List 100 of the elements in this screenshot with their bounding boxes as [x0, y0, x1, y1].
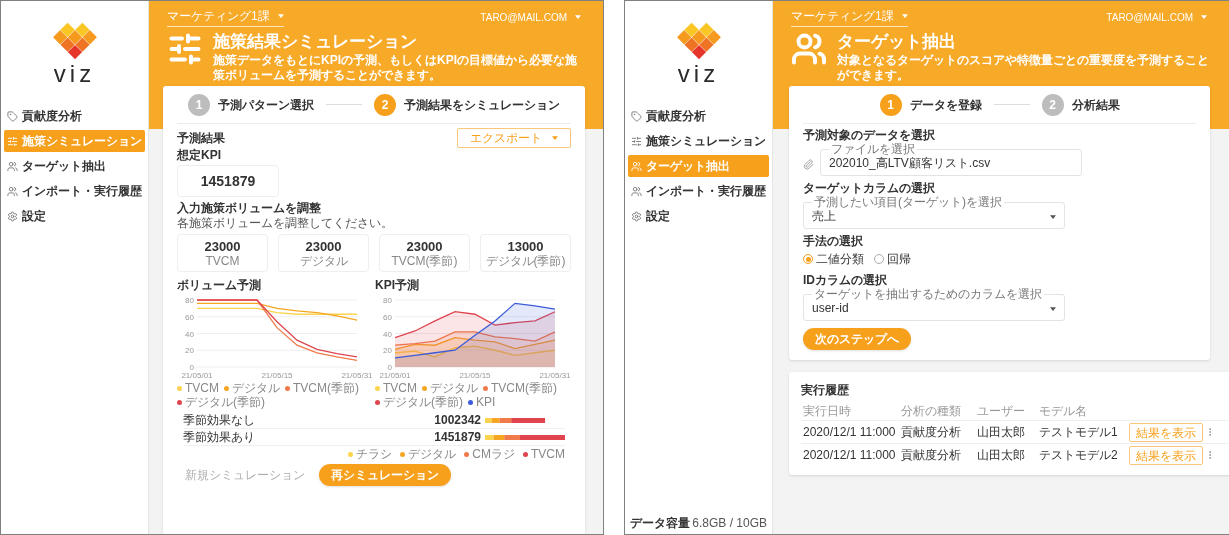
volume-label: デジタル — [299, 253, 348, 268]
caret-icon — [1050, 306, 1056, 311]
row-value: 1451879 — [434, 429, 481, 446]
axis-label: 21/05/31 — [539, 371, 571, 379]
section-title: 手法の選択 — [803, 234, 864, 249]
table-cell-text: 2020/12/1 11:000 — [803, 424, 897, 441]
table-cell-text: 2020/12/1 11:000 — [803, 447, 897, 464]
volume-label: TVCM — [205, 253, 240, 268]
caret-icon — [552, 136, 558, 140]
legend-label: デジタル — [408, 447, 457, 461]
page-title: ターゲット抽出 — [837, 31, 957, 53]
section-title: 予測結果 — [177, 130, 225, 147]
people-icon — [631, 160, 642, 172]
sliders-icon — [7, 135, 18, 147]
axis-label: 40 — [383, 329, 392, 339]
axis-label: 21/05/15 — [261, 371, 293, 379]
people-icon — [7, 160, 18, 172]
sliders-icon — [167, 31, 203, 67]
section-title: 実行履歴 — [801, 382, 850, 399]
step-number: 1 — [188, 93, 210, 116]
axis-label: 0 — [189, 363, 194, 372]
axis-label: 21/05/15 — [459, 371, 491, 379]
table-cell-text: 山田太郎 — [977, 424, 1026, 441]
column-header: ユーザー — [977, 403, 1026, 420]
settings-icon — [631, 210, 642, 222]
sidebar-item[interactable]: インポート・実行履歴 — [4, 180, 145, 202]
volume-value: 23000 — [406, 238, 443, 254]
volume-card[interactable]: 23000 デジタル — [278, 234, 369, 272]
row-label: 季節効果あり — [183, 429, 256, 446]
caret-icon — [277, 14, 284, 18]
people-icon — [7, 185, 18, 197]
column-header: 実行日時 — [803, 403, 852, 420]
table-cell-text: 貢献度分析 — [901, 424, 962, 441]
step-label: 予測パターン選択 — [218, 96, 314, 114]
radio-option[interactable]: 回帰 — [874, 250, 911, 268]
sidebar-item[interactable]: インポート・実行履歴 — [628, 180, 769, 202]
volume-label: TVCM(季節) — [391, 253, 458, 268]
sidebar-item[interactable]: 設定 — [4, 205, 145, 227]
file-field[interactable]: ファイルを選択 202010_高LTV顧客リスト.csv — [820, 143, 1082, 176]
logo-text: viz — [53, 61, 96, 87]
chart-title: KPI予測 — [375, 277, 420, 294]
step-number: 2 — [1041, 93, 1064, 116]
axis-label: 20 — [185, 346, 194, 356]
volume-value: 13000 — [507, 238, 544, 254]
paperclip-icon — [803, 159, 814, 170]
sidebar-item[interactable]: 貢献度分析 — [628, 105, 769, 127]
sidebar-item[interactable]: 施策シミュレーション — [628, 130, 769, 152]
volume-label: デジタル(季節) — [485, 253, 566, 268]
settings-icon — [7, 210, 18, 222]
volume-value: 23000 — [204, 238, 241, 254]
section-title: 入力施策ボリュームを調整 — [177, 201, 322, 216]
field-label: 予測したい項目(ターゲット)を選択 — [813, 196, 1003, 209]
axis-label: 21/05/31 — [341, 371, 373, 379]
caret-icon — [901, 14, 908, 18]
storage-value: 6.8GB / 10GB — [692, 515, 767, 532]
volume-value: 23000 — [305, 238, 342, 254]
volume-card[interactable]: 23000 TVCM(季節) — [379, 234, 470, 272]
legend-label: デジタル — [232, 381, 280, 395]
volume-card[interactable]: 23000 TVCM — [177, 234, 268, 272]
step-number: 2 — [374, 93, 396, 116]
step-label: 分析結果 — [1071, 96, 1120, 114]
logo-icon — [675, 21, 722, 61]
sidebar-item[interactable]: ターゲット抽出 — [4, 155, 145, 177]
field-label: ターゲットを抽出するためのカラムを選択 — [813, 288, 1043, 301]
caret-icon — [575, 15, 581, 19]
kpi-label: 想定KPI — [177, 148, 222, 163]
radio-button[interactable] — [874, 254, 884, 264]
section-title: ターゲットカラムの選択 — [803, 181, 936, 196]
legend-label: TVCM — [185, 381, 219, 395]
section-title: 予測対象のデータを選択 — [803, 128, 936, 143]
radio-option[interactable]: 二値分類 — [803, 250, 864, 268]
row-value: 1002342 — [434, 412, 481, 429]
column-header: 分析の種類 — [901, 403, 962, 420]
sidebar-item[interactable]: 貢献度分析 — [4, 105, 145, 127]
select-field[interactable]: 予測したい項目(ターゲット)を選択 売上 — [803, 196, 1065, 229]
radio-button[interactable] — [803, 254, 813, 264]
legend-label: チラシ — [356, 447, 393, 461]
axis-label: 0 — [387, 363, 392, 372]
legend-label: TVCM(季節) — [293, 381, 359, 395]
axis-label: 20 — [383, 346, 392, 356]
legend-label: デジタル(季節) — [185, 395, 265, 409]
table-cell-text: テストモデル1 — [1039, 424, 1119, 441]
people-icon — [791, 31, 827, 67]
step-label: 予測結果をシミュレーション — [404, 96, 560, 114]
page-subtitle: 対象となるターゲットのスコアや特徴量ごとの重要度を予測することができます。 — [837, 53, 1210, 83]
axis-label: 60 — [185, 312, 194, 322]
caret-icon — [1050, 214, 1056, 219]
legend-label: デジタル(季節) — [383, 395, 463, 409]
section-title: IDカラムの選択 — [803, 273, 888, 288]
legend-label: TVCM — [531, 447, 565, 461]
logo-icon — [51, 21, 98, 61]
axis-label: 80 — [185, 296, 194, 305]
sliders-icon — [631, 135, 642, 147]
chart-title: ボリューム予測 — [177, 277, 262, 294]
volume-card[interactable]: 13000 デジタル(季節) — [480, 234, 571, 272]
row-label: 季節効果なし — [183, 412, 256, 429]
kpi-value: 1451879 — [200, 171, 256, 191]
select-field[interactable]: ターゲットを抽出するためのカラムを選択 user-id — [803, 288, 1065, 321]
sidebar-item[interactable]: 設定 — [628, 205, 769, 227]
column-header: モデル名 — [1039, 403, 1088, 420]
